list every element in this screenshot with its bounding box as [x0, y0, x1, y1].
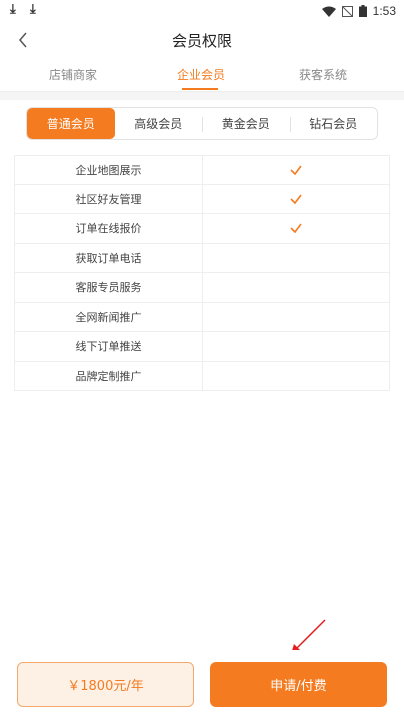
benefit-name: 品牌定制推广: [15, 361, 203, 390]
membership-level-selector: 普通会员 高级会员 黄金会员 钻石会员: [26, 107, 378, 140]
benefit-name: 获取订单电话: [15, 243, 203, 272]
page-title: 会员权限: [171, 32, 232, 50]
apply-pay-button[interactable]: 申请/付费: [210, 662, 387, 707]
tab-shop-merchant[interactable]: 店铺商家: [13, 66, 133, 83]
tab-customer-acquisition[interactable]: 获客系统: [263, 66, 383, 83]
benefit-name: 全网新闻推广: [15, 302, 203, 331]
active-tab-indicator: [182, 88, 218, 90]
benefit-name: 企业地图展示: [15, 156, 203, 184]
benefit-name: 社区好友管理: [15, 184, 203, 213]
tab-enterprise-member[interactable]: 企业会员: [141, 66, 261, 83]
benefit-name: 客服专员服务: [15, 273, 203, 302]
benefits-table: 企业地图展示 社区好友管理 订单在线报价 获取订单电话 客服专员服务 全网新闻推…: [14, 155, 390, 391]
download-icon: ⤓: [30, 2, 36, 17]
benefit-status: [203, 214, 389, 243]
benefit-name: 线下订单推送: [15, 332, 203, 361]
nav-bar: 会员权限: [0, 22, 404, 58]
download-icon: ⤓: [10, 2, 16, 17]
check-icon: [290, 194, 302, 204]
benefit-row: 线下订单推送: [15, 332, 389, 362]
level-regular[interactable]: 普通会员: [27, 108, 115, 139]
status-bar: ⤓ ⤓ 1:53: [0, 0, 404, 22]
benefit-status: [203, 362, 389, 391]
price-display: ￥1800元/年: [17, 662, 194, 707]
benefit-status: [203, 332, 389, 361]
benefit-row: 品牌定制推广: [15, 361, 389, 391]
benefit-status: [203, 244, 389, 273]
category-tabs: 店铺商家 企业会员 获客系统: [0, 58, 404, 92]
check-icon: [290, 165, 302, 175]
benefit-status: [203, 156, 389, 184]
benefit-row: 社区好友管理: [15, 184, 389, 214]
benefit-row: 获取订单电话: [15, 243, 389, 273]
status-time: 1:53: [372, 4, 396, 18]
section-divider: [0, 92, 404, 100]
benefit-row: 订单在线报价: [15, 214, 389, 244]
footer-bar: ￥1800元/年 申请/付费: [0, 650, 404, 720]
benefit-row: 全网新闻推广: [15, 302, 389, 332]
benefit-status: [203, 303, 389, 332]
battery-icon: [358, 5, 367, 17]
status-icons: 1:53: [321, 4, 396, 18]
no-signal-icon: [341, 5, 353, 17]
check-icon: [290, 223, 302, 234]
wifi-icon: [321, 6, 336, 17]
benefit-status: [203, 273, 389, 302]
benefit-row: 客服专员服务: [15, 273, 389, 303]
level-gold[interactable]: 黄金会员: [202, 108, 290, 139]
benefit-row: 企业地图展示: [15, 155, 389, 185]
benefit-name: 订单在线报价: [15, 214, 203, 243]
level-diamond[interactable]: 钻石会员: [289, 108, 378, 139]
level-advanced[interactable]: 高级会员: [115, 108, 203, 139]
benefit-status: [203, 185, 389, 214]
